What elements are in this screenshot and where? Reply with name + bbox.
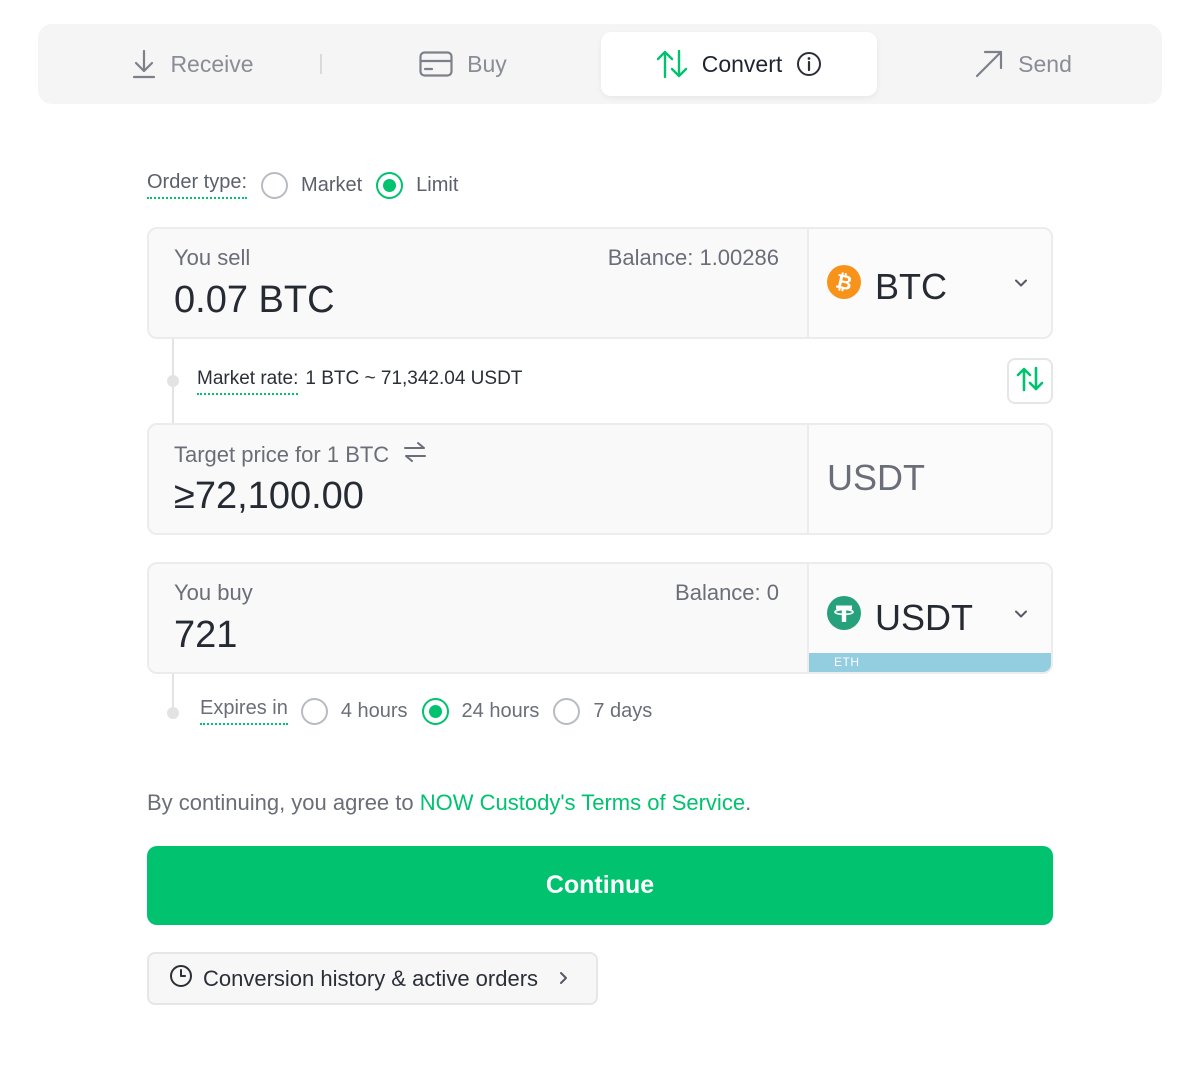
action-tabs: Receive Buy Convert Send (38, 24, 1162, 104)
radio-market-label[interactable]: Market (301, 174, 362, 197)
radio-limit-label[interactable]: Limit (416, 174, 458, 197)
continue-button[interactable]: Continue (147, 846, 1053, 925)
sell-field: You sell Balance: 1.00286 0.07 BTC ₿ BTC (147, 227, 1053, 339)
expires-label: Expires in (200, 697, 288, 725)
terms-prefix: By continuing, you agree to (147, 790, 420, 815)
info-icon[interactable] (796, 51, 822, 77)
buy-amount-area[interactable]: You buy Balance: 0 721 (149, 564, 807, 672)
sell-label: You sell (174, 245, 251, 270)
tab-convert[interactable]: Convert (601, 32, 877, 96)
tab-label: Send (1018, 50, 1072, 77)
tab-divider (320, 54, 322, 74)
tether-icon (827, 596, 861, 639)
market-rate: Market rate: 1 BTC ~ 71,342.04 USDT (197, 368, 522, 395)
swap-arrows-icon (656, 49, 688, 79)
target-price-input[interactable]: ≥72,100.00 (174, 475, 364, 518)
radio-limit[interactable] (376, 171, 404, 199)
connector-line (172, 674, 174, 710)
sell-amount-input[interactable]: 0.07 BTC (174, 279, 335, 322)
sell-coin-name: BTC (875, 265, 947, 307)
tab-label: Buy (467, 50, 507, 77)
market-rate-value: 1 BTC ~ 71,342.04 USDT (305, 368, 523, 389)
terms-link[interactable]: NOW Custody's Terms of Service (420, 790, 745, 815)
tab-buy[interactable]: Buy (408, 32, 518, 96)
buy-balance: Balance: 0 (675, 580, 779, 605)
target-price-field: Target price for 1 BTC ≥72,100.00 USDT (147, 423, 1053, 535)
chevron-down-icon (1013, 606, 1029, 627)
tab-receive[interactable]: Receive (118, 32, 268, 96)
sell-amount-area[interactable]: You sell Balance: 1.00286 0.07 BTC (149, 229, 807, 337)
buy-label: You buy (174, 580, 253, 605)
sell-coin-select[interactable]: ₿ BTC (807, 229, 1051, 337)
connector-dot (167, 375, 179, 387)
chevron-down-icon (1013, 275, 1029, 296)
target-price-label-row: Target price for 1 BTC (174, 441, 427, 469)
swap-direction-button[interactable] (1007, 358, 1053, 404)
target-currency-label: USDT (827, 457, 925, 498)
buy-amount-input[interactable]: 721 (174, 614, 237, 657)
conversion-history-label: Conversion history & active orders (203, 965, 539, 991)
tab-send[interactable]: Send (968, 32, 1078, 96)
clock-icon (169, 964, 193, 994)
card-icon (419, 51, 453, 77)
conversion-history-button[interactable]: Conversion history & active orders (147, 952, 598, 1005)
chevron-right-icon (556, 966, 570, 992)
download-icon (132, 49, 156, 79)
arrow-up-right-icon (974, 49, 1004, 79)
terms-suffix: . (745, 790, 752, 815)
target-price-area[interactable]: Target price for 1 BTC ≥72,100.00 (149, 425, 807, 533)
radio-4-hours-label[interactable]: 4 hours (341, 700, 408, 723)
bitcoin-icon: ₿ (827, 265, 861, 308)
buy-coin-name: USDT (875, 596, 973, 638)
switch-rate-icon[interactable] (403, 441, 427, 469)
buy-coin-select[interactable]: USDT ETH (807, 564, 1051, 672)
market-rate-label: Market rate: (197, 368, 299, 395)
connector-dot (167, 707, 179, 719)
radio-7-days-label[interactable]: 7 days (593, 700, 652, 723)
target-price-label: Target price for 1 BTC (174, 442, 390, 467)
network-badge: ETH (809, 653, 1051, 672)
radio-4-hours[interactable] (300, 697, 328, 725)
expires-row: Expires in 4 hours 24 hours 7 days (200, 695, 652, 727)
order-type-label: Order type: (147, 171, 248, 199)
sell-balance: Balance: 1.00286 (607, 245, 779, 270)
swap-arrows-icon (1015, 366, 1045, 397)
target-currency: USDT (807, 425, 1051, 533)
tab-label: Convert (701, 50, 783, 77)
terms-text: By continuing, you agree to NOW Custody'… (147, 790, 751, 816)
radio-7-days[interactable] (553, 697, 581, 725)
buy-field: You buy Balance: 0 721 USDT ETH (147, 562, 1053, 674)
radio-24-hours-label[interactable]: 24 hours (462, 700, 540, 723)
tab-label: Receive (170, 50, 254, 77)
radio-24-hours[interactable] (421, 697, 449, 725)
radio-market[interactable] (261, 171, 289, 199)
order-type-row: Order type: Market Limit (147, 170, 458, 200)
